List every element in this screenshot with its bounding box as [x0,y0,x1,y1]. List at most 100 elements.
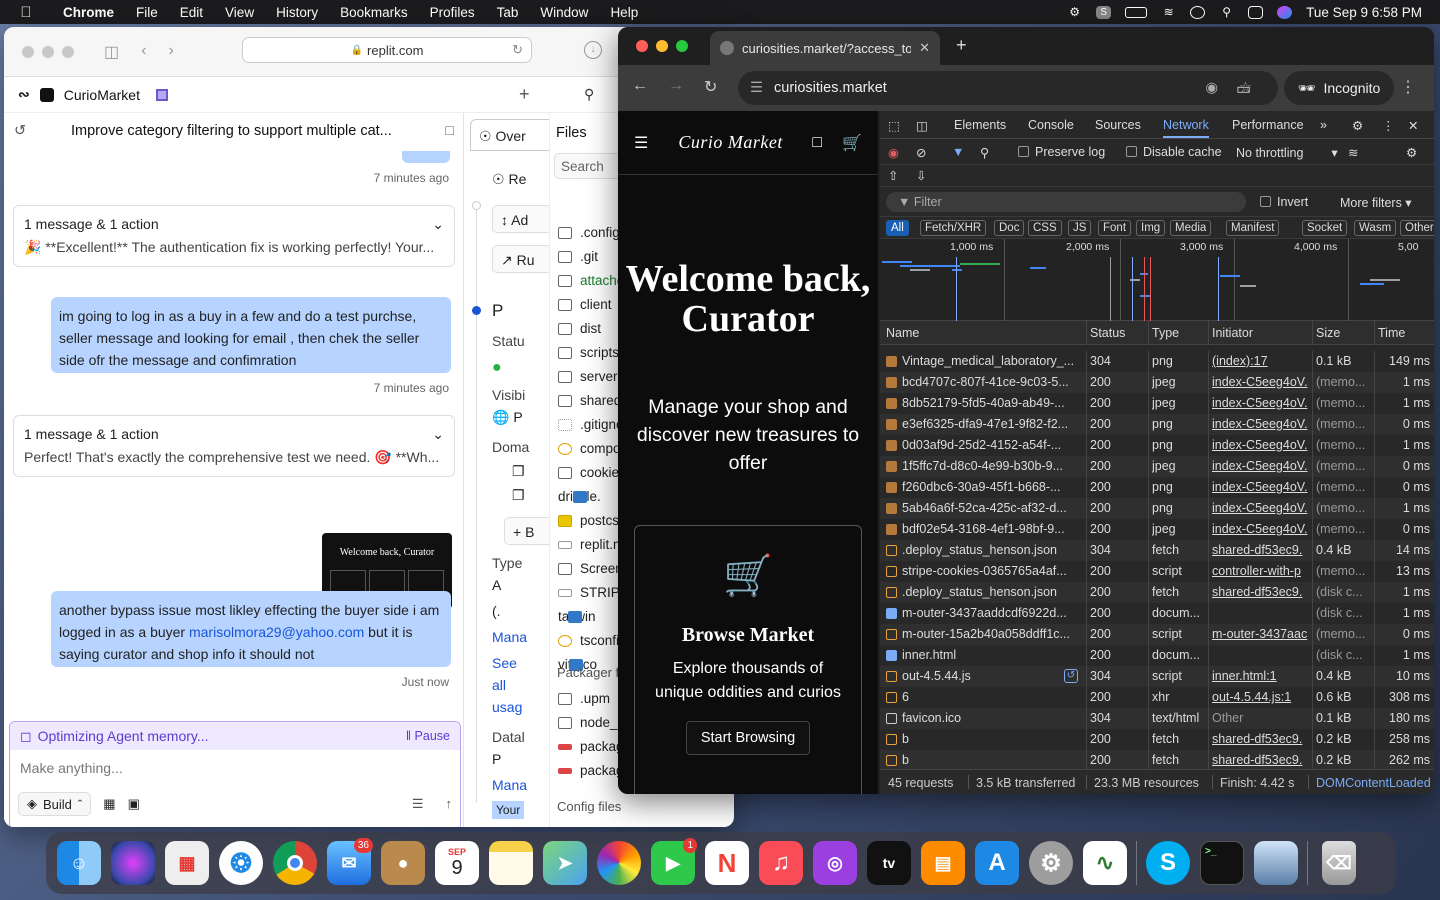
minimize-window-button[interactable] [42,45,54,58]
override-indicator-icon[interactable]: ↺ [1064,669,1078,683]
cell-init[interactable]: index-C5eeg4oV. [1212,396,1310,410]
podcasts-icon[interactable]: ◎ [808,836,862,890]
cell-init[interactable]: controller-with-p [1212,564,1310,578]
browser-tab[interactable]: curiosities.market/?access_to ✕ [710,31,940,65]
safari-icon[interactable]: ❂ [214,836,268,890]
activity-monitor-icon[interactable]: ∿ [1078,836,1132,890]
table-row[interactable]: Vintage_medical_laboratory_... 304 png (ind… [880,351,1434,372]
table-row[interactable]: 6 200 xhr out-4.5.44.js:1 0.6 kB 308 ms [880,687,1434,708]
manage-db-link[interactable]: Mana [492,777,527,793]
launchpad-icon[interactable]: ▦ [160,836,214,890]
zoom-window-button[interactable] [676,40,688,52]
menu-view[interactable]: View [214,5,265,20]
table-row[interactable]: b 200 fetch shared-df53ec9. 0.2 kB 258 ms [880,729,1434,750]
devtools-menu-icon[interactable]: ⋮ [1382,118,1395,133]
clear-icon[interactable]: ⊘ [916,145,926,160]
app-store-icon[interactable]: A [970,836,1024,890]
network-conditions-icon[interactable]: ≋ [1348,145,1358,160]
close-tab-icon[interactable]: ✕ [919,40,930,56]
table-row[interactable]: out-4.5.44.js 304 script inner.html:1 0.4 kB… [880,666,1434,687]
filter-icon[interactable]: ▼ [952,145,964,159]
manage-link[interactable]: Mana [492,629,527,645]
filter-chip-fetchxhr[interactable]: Fetch/XHR [920,220,987,236]
table-row[interactable]: b 200 fetch shared-df53ec9. 0.2 kB 262 ms [880,750,1434,769]
messages-icon[interactable]: □ [812,134,822,152]
finder-icon[interactable]: ☺ [52,836,106,890]
calendar-icon[interactable]: SEP 9 [430,836,484,890]
forward-icon[interactable]: › [168,42,173,62]
search-icon[interactable]: ⚲ [980,145,989,160]
pause-button[interactable]: ‖ Pause [406,729,450,743]
comment-icon[interactable]: □ [445,123,454,139]
cell-init[interactable]: shared-df53ec9. [1212,543,1310,557]
zoom-window-button[interactable] [62,45,74,58]
cell-init[interactable]: index-C5eeg4oV. [1212,501,1310,515]
menu-tab[interactable]: Tab [486,5,530,20]
menu-help[interactable]: Help [599,5,649,20]
user-icon[interactable] [1190,5,1206,19]
table-row[interactable]: bcd4707c-807f-41ce-9c03-5... 200 jpeg index… [880,372,1434,393]
settings-sliders-icon[interactable]: ☰ [412,796,424,812]
settings-gear-icon[interactable]: ⚙ [1352,118,1363,133]
cell-init[interactable]: shared-df53ec9. [1212,732,1310,746]
history-icon[interactable]: ↺ [14,123,36,139]
table-row[interactable]: .deploy_status_henson.json 304 fetch shared… [880,540,1434,561]
file-tree-item[interactable]: postcss [558,513,626,528]
copy-icon[interactable]: ❐ [512,463,525,480]
disable-cache-checkbox[interactable]: Disable cache [1126,145,1222,159]
filter-chip-manifest[interactable]: Manifest [1226,220,1280,236]
record-icon[interactable]: ◉ [888,145,899,160]
column-header-type[interactable]: Type [1152,326,1179,340]
overview-action-button[interactable]: ↕ Ad [492,205,549,233]
file-tree-item[interactable]: server [558,369,618,384]
filter-chip-media[interactable]: Media [1170,220,1212,236]
reload-icon[interactable]: ↻ [704,77,717,97]
more-tabs-icon[interactable]: » [1320,118,1327,132]
control-center-icon[interactable] [1248,5,1264,19]
upload-icon[interactable]: ⇧ [888,168,898,183]
cell-init[interactable]: m-outer-3437aac [1212,627,1310,641]
file-tree-item[interactable]: scripts [558,345,619,360]
cell-init[interactable]: shared-df53ec9. [1212,585,1310,599]
file-tree-item[interactable]: compo [558,441,621,456]
column-header-status[interactable]: Status [1090,326,1125,340]
mail-icon[interactable]: ✉ 36 [322,836,376,890]
notes-icon[interactable] [484,836,538,890]
project-name[interactable]: CurioMarket [64,87,140,103]
new-tab-plus-icon[interactable]: + [956,35,967,56]
books-icon[interactable]: ▤ [916,836,970,890]
back-icon[interactable]: ‹ [141,42,146,62]
menu-history[interactable]: History [265,5,329,20]
forward-arrow-icon[interactable]: → [668,77,684,95]
agent-prompt-input[interactable]: Make anything... [10,750,460,792]
image-attach-icon[interactable]: ▣ [128,796,140,812]
file-tree-item[interactable]: tsconfi [558,633,619,648]
menu-edit[interactable]: Edit [169,5,214,20]
agent-message-card[interactable]: 1 message & 1 action ⌄ 🎉 **Excellent!** T… [13,205,455,267]
column-header-initiator[interactable]: Initiator [1212,326,1253,340]
cell-init[interactable]: (index):17 [1212,354,1310,368]
download-icon[interactable]: ⇩ [916,168,926,183]
tab-overview[interactable]: ☉ Over [470,119,549,151]
cell-init[interactable]: index-C5eeg4oV. [1212,480,1310,494]
site-info-icon[interactable]: ☰ [750,80,763,96]
file-tree-item[interactable]: cookies [558,465,626,480]
column-header-size[interactable]: Size [1316,326,1340,340]
menu-profiles[interactable]: Profiles [419,5,486,20]
table-row[interactable]: stripe-cookies-0365765a4af... 200 script co… [880,561,1434,582]
cast-icon[interactable]: ▭ [1236,79,1251,99]
menu-bookmarks[interactable]: Bookmarks [329,5,419,20]
apple-tv-icon[interactable]: tv [862,836,916,890]
file-tree-item[interactable]: drizzle. [558,489,601,504]
your-badge[interactable]: Your [492,801,525,819]
wifi-icon[interactable]: ≋ [1161,5,1176,19]
invert-checkbox[interactable]: Invert [1260,195,1308,209]
inspect-element-icon[interactable]: ⬚ [888,118,900,133]
network-filter-input[interactable]: ▼ Filter [886,192,1246,212]
omnibox[interactable]: ☰ curiosities.market ◉ ☆ [738,71,1278,105]
cell-init[interactable]: index-C5eeg4oV. [1212,459,1310,473]
eye-off-icon[interactable]: ◉ [1205,80,1218,96]
close-devtools-icon[interactable]: ✕ [1408,118,1418,133]
chrome-menu-icon[interactable]: ⋮ [1400,77,1416,97]
column-header-time[interactable]: Time [1378,326,1405,340]
